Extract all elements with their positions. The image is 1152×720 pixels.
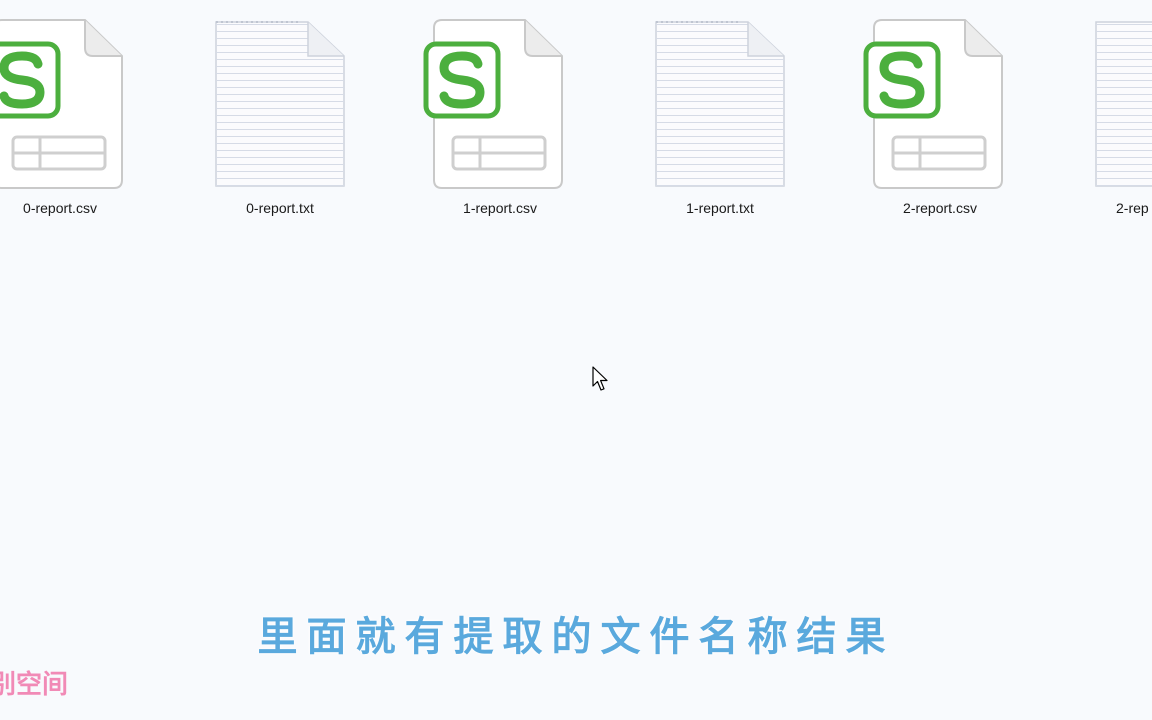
text-file-icon: [655, 21, 785, 187]
spreadsheet-file-icon: [863, 19, 1003, 189]
file-item-2-report-csv[interactable]: 2-report.csv: [860, 18, 1020, 228]
file-name-label: 0-report.txt: [246, 200, 314, 216]
watermark: 别空间: [0, 670, 69, 700]
video-subtitle: 里面就有提取的文件名称结果: [257, 614, 895, 660]
file-item-1-report-txt[interactable]: 1-report.txt: [640, 18, 800, 228]
mouse-pointer-icon: [592, 366, 608, 391]
file-item-2-report-txt[interactable]: 2-rep: [1080, 18, 1152, 228]
file-explorer-content-area: 0-report.csv 0-report.txt 1-report.csv 1…: [0, 0, 1152, 720]
file-name-label: 1-report.txt: [686, 200, 754, 216]
file-name-label: 2-report.csv: [903, 200, 977, 216]
file-item-0-report-txt[interactable]: 0-report.txt: [200, 18, 360, 228]
file-name-label: 0-report.csv: [23, 200, 97, 216]
text-file-icon: [1095, 21, 1152, 187]
file-name-label: 2-rep: [1116, 200, 1149, 216]
spreadsheet-file-icon: [423, 19, 563, 189]
text-file-icon: [215, 21, 345, 187]
file-item-1-report-csv[interactable]: 1-report.csv: [420, 18, 580, 228]
spreadsheet-file-icon: [0, 19, 123, 189]
file-name-label: 1-report.csv: [463, 200, 537, 216]
file-item-0-report-csv[interactable]: 0-report.csv: [0, 18, 140, 228]
